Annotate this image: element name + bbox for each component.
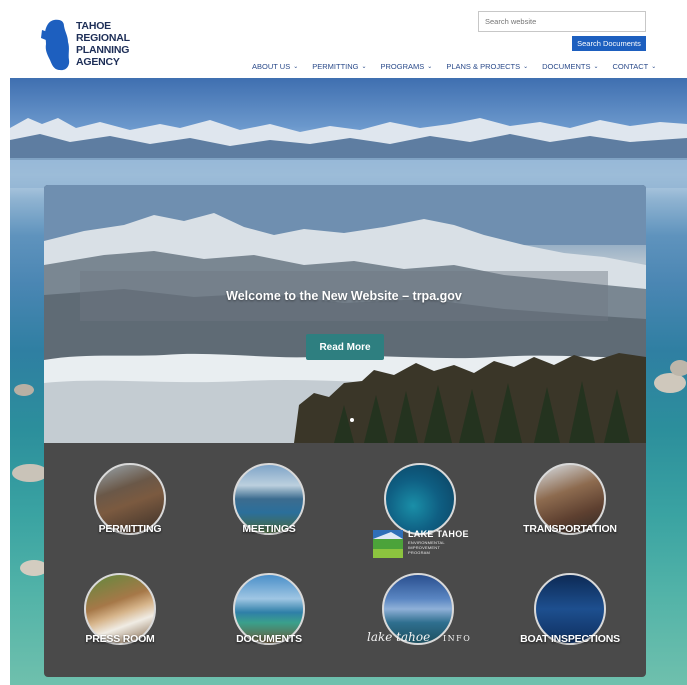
eip-subtitle: ENVIRONMENTAL IMPROVEMENT PROGRAM: [408, 540, 445, 555]
nav-programs[interactable]: PROGRAMS ⌄: [381, 60, 433, 72]
nav-label: DOCUMENTS: [542, 61, 591, 71]
nav-label: CONTACT: [612, 61, 649, 71]
read-more-button[interactable]: Read More: [306, 334, 384, 360]
tile-documents[interactable]: DOCUMENTS: [209, 573, 329, 663]
tile-label: DOCUMENTS: [236, 633, 302, 645]
eip-flag-icon: [373, 530, 403, 558]
tile-label: MEETINGS: [242, 523, 296, 535]
logo-wordmark: TAHOE REGIONAL PLANNING AGENCY: [76, 20, 130, 68]
nav-plans-projects[interactable]: PLANS & PROJECTS ⌄: [446, 60, 528, 72]
lake-tahoe-info-logo: lake tahoe INFO: [367, 630, 477, 650]
nav-permitting[interactable]: PERMITTING ⌄: [312, 60, 366, 72]
nav-label: PERMITTING: [312, 61, 359, 71]
search-input[interactable]: [478, 11, 646, 32]
lake-tahoe-shape-icon: [41, 19, 70, 71]
slide-caption-band: Welcome to the New Website – trpa.gov: [80, 271, 608, 321]
site-header: TAHOE REGIONAL PLANNING AGENCY Search Do…: [0, 0, 687, 78]
tile-label: PRESS ROOM: [85, 633, 155, 645]
tile-transportation[interactable]: TRANSPORTATION: [510, 463, 630, 553]
tile-permitting[interactable]: PERMITTING: [70, 463, 190, 553]
tile-label: PERMITTING: [98, 523, 162, 535]
tile-press-room[interactable]: PRESS ROOM: [60, 573, 180, 663]
nav-about-us[interactable]: ABOUT US ⌄: [252, 60, 298, 72]
nav-contact[interactable]: CONTACT ⌄: [613, 60, 657, 72]
chevron-down-icon: ⌄: [651, 63, 657, 70]
nav-documents[interactable]: DOCUMENTS ⌄: [542, 60, 598, 72]
eip-title: LAKE TAHOE: [408, 529, 469, 539]
logo-line-3: PLANNING: [76, 44, 130, 56]
slide-caption: Welcome to the New Website – trpa.gov: [226, 289, 462, 303]
featured-panel: Welcome to the New Website – trpa.gov Re…: [44, 185, 646, 677]
lake-tahoe-eip-photo-icon: [384, 463, 456, 535]
slider-dot[interactable]: [350, 418, 354, 422]
nav-label: PLANS & PROJECTS: [446, 61, 521, 71]
nav-label: PROGRAMS: [380, 61, 425, 71]
chevron-down-icon: ⌄: [293, 63, 299, 70]
main-nav: ABOUT US ⌄ PERMITTING ⌄ PROGRAMS ⌄ PLANS & …: [252, 60, 656, 72]
logo-line-4: AGENCY: [76, 56, 120, 68]
logo-line-2: REGIONAL: [76, 32, 130, 44]
nav-label: ABOUT US: [252, 61, 291, 71]
eip-sub-line-3: PROGRAM: [408, 550, 431, 555]
search-documents-button[interactable]: Search Documents: [572, 36, 646, 51]
tile-label: BOAT INSPECTIONS: [520, 633, 620, 645]
info-script-text: lake tahoe: [367, 630, 431, 644]
chevron-down-icon: ⌄: [361, 63, 367, 70]
info-word-text: INFO: [443, 634, 472, 643]
chevron-down-icon: ⌄: [427, 63, 433, 70]
tile-label: TRANSPORTATION: [523, 523, 617, 535]
lake-tahoe-eip-logo: LAKE TAHOE ENVIRONMENTAL IMPROVEMENT PRO…: [373, 528, 473, 560]
hero-slide[interactable]: Welcome to the New Website – trpa.gov Re…: [44, 185, 646, 443]
tile-meetings[interactable]: MEETINGS: [209, 463, 329, 553]
logo-line-1: TAHOE: [76, 20, 111, 32]
chevron-down-icon: ⌄: [593, 63, 599, 70]
chevron-down-icon: ⌄: [523, 63, 529, 70]
trpa-logo[interactable]: TAHOE REGIONAL PLANNING AGENCY: [40, 18, 140, 74]
tile-boat-inspections[interactable]: BOAT INSPECTIONS: [510, 573, 630, 663]
